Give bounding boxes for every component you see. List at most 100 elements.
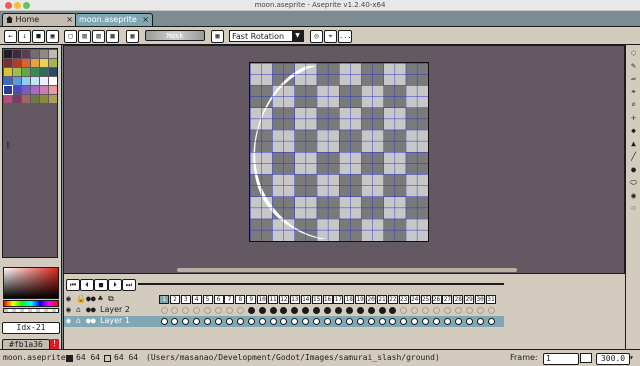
gradient-tool-icon[interactable]: ▲ [628,139,639,149]
cel-layer-2[interactable] [160,307,168,314]
lock-icon[interactable]: ⌂ [76,305,81,314]
pivot-icon[interactable]: ◎ [310,30,323,43]
color-spectrum[interactable] [3,267,59,299]
palette-swatch[interactable] [49,86,57,94]
cel-layer-1[interactable] [476,318,484,325]
alpha-slider[interactable] [3,308,59,313]
cel-layer-2[interactable] [215,307,222,314]
cel-layer-2[interactable] [280,307,288,314]
palette-swatch[interactable] [31,95,39,103]
cel-layer-1[interactable] [225,318,233,325]
frame-header-cell[interactable]: 12 [278,295,289,304]
frame-header-cell[interactable]: 24 [409,295,420,304]
palette-swatch[interactable] [31,86,39,94]
palette-swatch[interactable] [4,77,12,85]
cel-layer-2[interactable] [389,307,397,314]
palette-swatch[interactable] [13,68,21,76]
cel-layer-1[interactable] [324,318,331,325]
frame-header-cell[interactable]: 30 [475,295,486,304]
palette-swatch[interactable] [49,50,57,58]
zoom-tool-icon[interactable]: ⌕ [628,100,639,110]
onion-skin-icon[interactable]: ♣ [98,294,103,303]
frame-header-cell[interactable]: 1 [159,295,169,304]
palette-swatch[interactable] [22,95,30,103]
frame-header-cell[interactable]: 17 [333,295,344,304]
palette-swatch[interactable] [22,59,30,67]
palette-swatch[interactable] [40,77,48,85]
cel-layer-1[interactable] [378,318,386,325]
continuous-icon[interactable]: ●● [86,305,96,314]
select-replace-icon[interactable]: ▢ [64,30,77,43]
frame-header-cell[interactable]: 14 [300,295,311,304]
frame-header-cell[interactable]: 26 [431,295,442,304]
cel-layer-1[interactable] [334,318,342,325]
palette-swatch[interactable] [40,50,48,58]
stop-icon[interactable]: ■ [32,30,45,43]
spray-tool-icon[interactable]: ⁘ [628,204,639,214]
cel-layer-2[interactable] [356,307,364,314]
continuous-icon[interactable]: ●● [86,316,96,325]
palette-swatch[interactable] [13,59,21,67]
frame-header-cell[interactable]: 2 [169,295,180,304]
cel-layer-1[interactable] [345,318,353,325]
palette-grid[interactable]: ‖ [2,48,58,258]
close-icon[interactable]: × [66,14,73,26]
frame-header-cell[interactable]: 23 [398,295,409,304]
cel-layer-2[interactable] [378,307,386,314]
frame-header-cell[interactable]: 10 [257,295,268,304]
play-icon[interactable]: ■ [94,279,108,291]
cel-layer-2[interactable] [247,307,255,314]
cel-layer-1[interactable] [236,318,244,325]
cel-layer-2[interactable] [465,307,473,314]
palette-swatch[interactable] [31,59,39,67]
palette-swatch[interactable] [31,50,39,58]
frame-header-cell[interactable]: 3 [180,295,191,304]
move-tool-icon[interactable]: ✛ [628,113,639,123]
eye-icon[interactable]: ◉ [66,305,71,314]
pivot-position-icon[interactable]: ⌖ [324,30,337,43]
cel-layer-2[interactable] [236,307,244,314]
color-index-label[interactable]: Idx-21 [2,322,60,334]
palette-swatch[interactable] [49,77,57,85]
frame-header-cell[interactable]: 21 [377,295,387,304]
eye-icon[interactable]: ◉ [66,316,71,325]
frame-header-cell[interactable]: 19 [355,295,366,304]
frame-header-cell[interactable]: 31 [486,295,496,304]
frame-header-cell[interactable]: 6 [213,295,224,304]
palette-swatch[interactable] [40,59,48,67]
cel-layer-2[interactable] [302,307,310,314]
pixel-perfect-icon[interactable]: ▦ [126,30,139,43]
eye-icon[interactable]: ◉ [66,294,71,303]
previous-frame-icon[interactable]: ⏴ [80,279,94,291]
cel-layer-2[interactable] [193,307,201,314]
cel-layer-1[interactable] [258,318,266,325]
cel-layer-2[interactable] [367,307,375,314]
horizontal-scrollbar[interactable] [177,268,517,272]
cel-layer-2[interactable] [313,307,321,314]
palette-swatch[interactable] [13,95,21,103]
last-frame-icon[interactable]: ⏭ [122,279,136,291]
palette-swatch[interactable] [13,50,21,58]
save-icon[interactable]: ▣ [46,30,59,43]
cel-layer-1[interactable] [367,318,375,325]
zoom-input[interactable]: 300.0 [596,353,630,365]
eyedropper-tool-icon[interactable]: ⌖ [628,87,639,97]
sprite-canvas[interactable] [249,62,429,242]
frame-header-cell[interactable]: 28 [453,295,464,304]
frame-header-cell[interactable]: 22 [387,295,398,304]
cel-layer-1[interactable] [247,318,255,325]
palette-swatch[interactable] [13,86,21,94]
frame-header-cell[interactable]: 5 [202,295,213,304]
cel-layer-2[interactable] [345,307,353,314]
palette-swatch[interactable] [4,95,12,103]
palette-swatch[interactable] [40,86,48,94]
cel-layer-2[interactable] [171,307,179,314]
lock-icon[interactable]: 🔒 [76,294,86,303]
continuous-icon[interactable]: ●● [86,294,96,303]
palette-swatch[interactable] [49,59,57,67]
palette-swatch[interactable] [4,50,12,58]
sprite-editor-canvas[interactable] [63,45,625,274]
warning-icon[interactable]: ! [50,339,59,349]
palette-swatch[interactable] [22,50,30,58]
rotation-algorithm-select[interactable]: Fast Rotation ▼ [229,30,304,42]
